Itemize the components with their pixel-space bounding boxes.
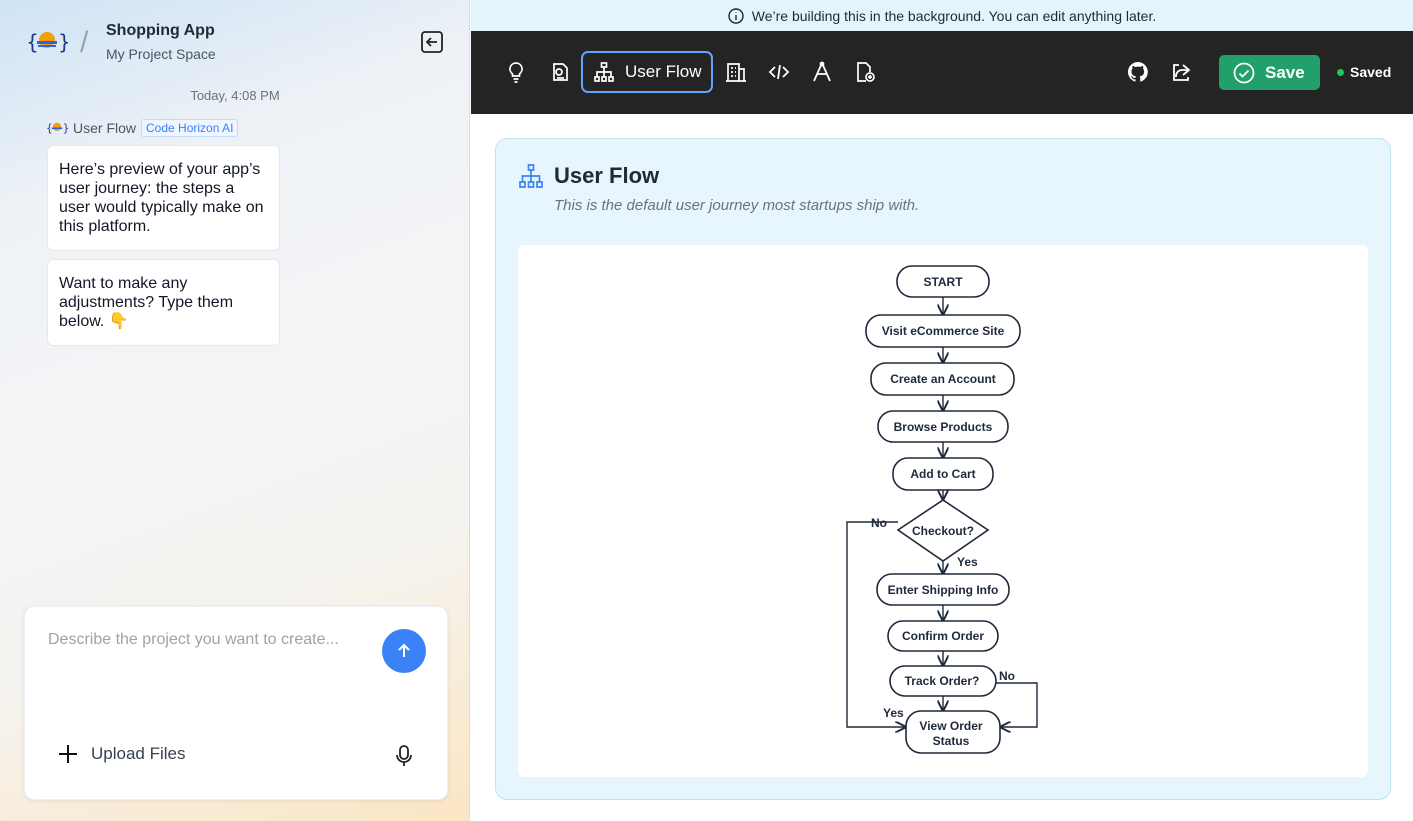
status-dot: [1337, 68, 1344, 76]
sitemap-icon: [519, 164, 543, 188]
upload-label: Upload Files: [91, 744, 186, 763]
svg-text:}: }: [58, 30, 68, 54]
document-icon[interactable]: [547, 59, 573, 85]
chat-panel: { } / Shopping App My Project Space Toda…: [0, 0, 470, 821]
user-flow-card: User Flow This is the default user journ…: [495, 138, 1391, 800]
sitemap-icon: [594, 62, 614, 82]
edge-label-no: No: [999, 669, 1015, 683]
banner-text: We’re building this in the background. Y…: [751, 7, 1157, 24]
node-start-label: START: [923, 275, 963, 289]
node-status-label-1: View Order: [919, 719, 982, 733]
upload-files-button[interactable]: Upload Files: [57, 743, 186, 765]
code-icon[interactable]: [766, 59, 792, 85]
flowchart-diagram: START Visit eCommerce Site Create an Acc…: [846, 265, 1038, 754]
edge-label-yes: Yes: [957, 555, 978, 569]
save-status-label: Saved: [1350, 64, 1392, 80]
node-cart-label: Add to Cart: [910, 467, 975, 481]
svg-text:{: {: [26, 30, 39, 54]
project-title: Shopping App: [106, 22, 215, 39]
svg-text:}: }: [63, 123, 68, 135]
edge-label-no: No: [871, 516, 887, 530]
save-button[interactable]: Save: [1219, 55, 1320, 90]
ai-avatar-icon: { }: [46, 123, 68, 135]
collapse-panel-icon[interactable]: [420, 30, 444, 54]
share-icon[interactable]: [1168, 59, 1194, 85]
prompt-input[interactable]: Describe the project you want to create.…: [48, 631, 339, 649]
send-button[interactable]: [382, 629, 426, 673]
building-icon[interactable]: [723, 59, 749, 85]
sender-name: User Flow: [73, 120, 137, 136]
info-icon: [728, 7, 744, 24]
section-subtitle: This is the default user journey most st…: [554, 197, 920, 214]
save-status: Saved: [1337, 64, 1391, 80]
file-add-icon[interactable]: [852, 59, 878, 85]
arrow-up-icon: [398, 643, 410, 657]
node-account-label: Create an Account: [890, 372, 996, 386]
message-composer: Describe the project you want to create.…: [24, 606, 448, 800]
node-browse-label: Browse Products: [894, 420, 993, 434]
node-checkout-label: Checkout?: [912, 524, 974, 538]
plus-icon: [59, 745, 77, 763]
chat-message: Want to make any adjustments? Type them …: [47, 259, 280, 346]
section-title: User Flow: [554, 163, 660, 188]
microphone-icon[interactable]: [394, 744, 414, 768]
check-circle-icon: [1233, 62, 1255, 83]
tab-label: User Flow: [625, 62, 702, 81]
edge-label-yes: Yes: [883, 706, 904, 720]
github-icon[interactable]: [1125, 59, 1151, 85]
svg-text:{: {: [46, 123, 53, 135]
node-confirm-label: Confirm Order: [902, 629, 984, 643]
app-logo-icon: { }: [26, 30, 68, 54]
node-shipping-label: Enter Shipping Info: [888, 583, 999, 597]
lightbulb-icon[interactable]: [503, 59, 529, 85]
tab-user-flow[interactable]: User Flow: [581, 51, 713, 93]
top-toolbar: User Flow Save Saved: [471, 31, 1413, 114]
breadcrumb-divider: /: [80, 26, 89, 59]
save-label: Save: [1265, 62, 1305, 82]
info-banner: We’re building this in the background. Y…: [471, 0, 1413, 31]
flowchart-canvas: START Visit eCommerce Site Create an Acc…: [518, 245, 1368, 777]
sender-tag: Code Horizon AI: [141, 119, 239, 137]
design-icon[interactable]: [809, 59, 835, 85]
node-track-label: Track Order?: [905, 674, 980, 688]
node-visit-label: Visit eCommerce Site: [882, 324, 1005, 338]
message-sender: { } User Flow Code Horizon AI: [46, 119, 239, 137]
chat-message: Here’s preview of your app’s user journe…: [47, 145, 280, 251]
project-space[interactable]: My Project Space: [106, 46, 216, 62]
chat-timestamp: Today, 4:08 PM: [190, 88, 280, 103]
node-status-label-2: Status: [933, 734, 970, 748]
